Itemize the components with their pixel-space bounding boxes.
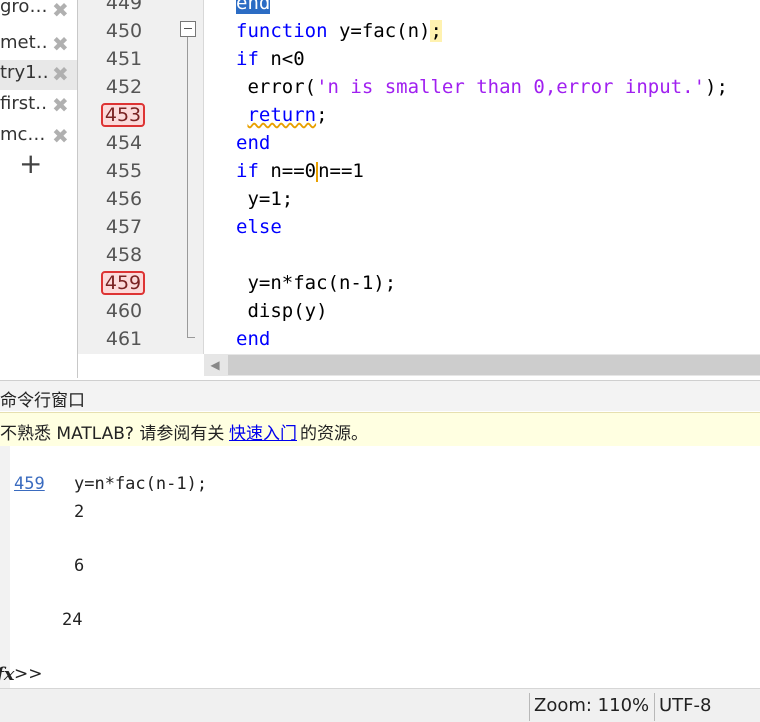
code-line[interactable]: disp(y) (236, 300, 328, 322)
command-window-header (0, 380, 760, 411)
scrollbar-thumb[interactable] (228, 355, 760, 375)
line-number: 451 (105, 48, 143, 70)
output-value: 6 (74, 556, 85, 576)
line-number: 452 (105, 76, 143, 98)
file-tab-label: met… (0, 32, 48, 53)
code-text: n<0 (258, 48, 305, 70)
code-line[interactable]: else (236, 216, 282, 238)
code-line[interactable]: y=n*fac(n-1); (236, 272, 396, 294)
file-tab-label: try1… (0, 62, 48, 83)
code-text: n==0 (258, 160, 317, 182)
code-line[interactable]: function y=fac(n); (236, 20, 442, 42)
keyword: end (236, 132, 271, 154)
code-line[interactable]: end (236, 0, 271, 14)
getting-started-notice: 不熟悉 MATLAB? 请参阅有关 快速入门 的资源。 (0, 412, 760, 447)
file-tab[interactable]: met… ✖ (0, 30, 77, 60)
code-text: ; (316, 104, 328, 126)
line-number: 461 (105, 328, 143, 350)
line-number: 460 (105, 300, 143, 322)
code-line[interactable]: if n==0 n==1 (236, 160, 364, 182)
file-tab-label: gro… (0, 0, 48, 17)
code-text: error( (236, 76, 317, 98)
keyword: function (236, 20, 328, 42)
keyword: if (236, 48, 259, 70)
add-tab-button[interactable]: + (19, 150, 42, 178)
fold-collapse-icon[interactable] (180, 21, 196, 37)
line-number: 457 (105, 216, 143, 238)
breakpoint-line-number[interactable]: 459 (101, 271, 145, 295)
line-number: 458 (105, 244, 143, 266)
code-text: disp(y) (236, 300, 328, 322)
code-text: y=1; (236, 188, 294, 210)
file-tab-label: mc… (0, 124, 46, 145)
file-tab-active[interactable]: try1… ✖ (0, 60, 77, 90)
file-tab[interactable]: gro… ✖ (0, 0, 77, 30)
close-icon[interactable]: ✖ (52, 62, 69, 86)
keyword: if (236, 160, 259, 182)
file-tab-label: first… (0, 93, 48, 114)
close-icon[interactable]: ✖ (52, 32, 69, 56)
scroll-left-icon[interactable]: ◀ (204, 354, 226, 376)
keyword-warning: return (247, 104, 317, 126)
notice-text: 不熟悉 MATLAB? 请参阅有关 (0, 424, 225, 444)
code-text: y=n*fac(n-1); (236, 272, 397, 294)
code-line[interactable]: y=1; (236, 188, 293, 210)
line-number-gutter[interactable]: 449 450 451 452 453 454 455 456 457 458 … (78, 0, 204, 354)
line-link[interactable]: 459 (14, 474, 45, 494)
line-number: 449 (105, 0, 143, 14)
code-line[interactable]: end (236, 132, 270, 154)
quick-start-link[interactable]: 快速入门 (229, 419, 297, 444)
file-tab-strip: gro… ✖ met… ✖ try1… ✖ first… ✖ mc… ✖ + (0, 0, 77, 378)
breakpoint-line-number[interactable]: 453 (101, 103, 145, 127)
encoding-indicator: UTF-8 (654, 693, 759, 721)
close-icon[interactable]: ✖ (52, 93, 69, 117)
line-number: 454 (105, 132, 143, 154)
code-line[interactable]: return; (236, 104, 328, 126)
warning-marker: ; (430, 20, 442, 42)
notice-text: 的资源。 (300, 424, 368, 444)
code-text: n==1 (318, 160, 364, 182)
line-number: 455 (105, 160, 143, 182)
close-icon[interactable]: ✖ (52, 124, 69, 148)
fold-guide (187, 37, 188, 337)
code-text: y=fac(n) (327, 20, 431, 42)
command-window-title: 命令行窗口 (0, 391, 85, 411)
trace-code: y=n*fac(n-1); (74, 474, 208, 494)
keyword: else (236, 216, 282, 238)
command-prompt[interactable]: >> (14, 664, 43, 684)
code-text: ); (705, 76, 728, 98)
line-number: 450 (105, 20, 143, 42)
selected-keyword: end (236, 0, 271, 14)
function-browser-icon[interactable]: fx (0, 664, 14, 685)
code-line[interactable]: if n<0 (236, 48, 305, 70)
zoom-indicator: Zoom: 110% (529, 693, 650, 721)
output-value: 24 (62, 610, 83, 630)
divider (203, 0, 204, 354)
code-line[interactable]: end (236, 328, 270, 350)
string-literal: 'n is smaller than 0,error input.' (316, 76, 706, 98)
close-icon[interactable]: ✖ (52, 0, 69, 22)
command-window-margin (0, 446, 10, 688)
fold-guide-end (187, 337, 195, 338)
code-editor[interactable]: 449 450 451 452 453 454 455 456 457 458 … (78, 0, 760, 354)
keyword: end (236, 328, 271, 350)
output-value: 2 (74, 502, 85, 522)
file-tab[interactable]: first… ✖ (0, 91, 77, 121)
code-line[interactable]: error('n is smaller than 0,error input.'… (236, 76, 728, 98)
line-number: 456 (105, 188, 143, 210)
